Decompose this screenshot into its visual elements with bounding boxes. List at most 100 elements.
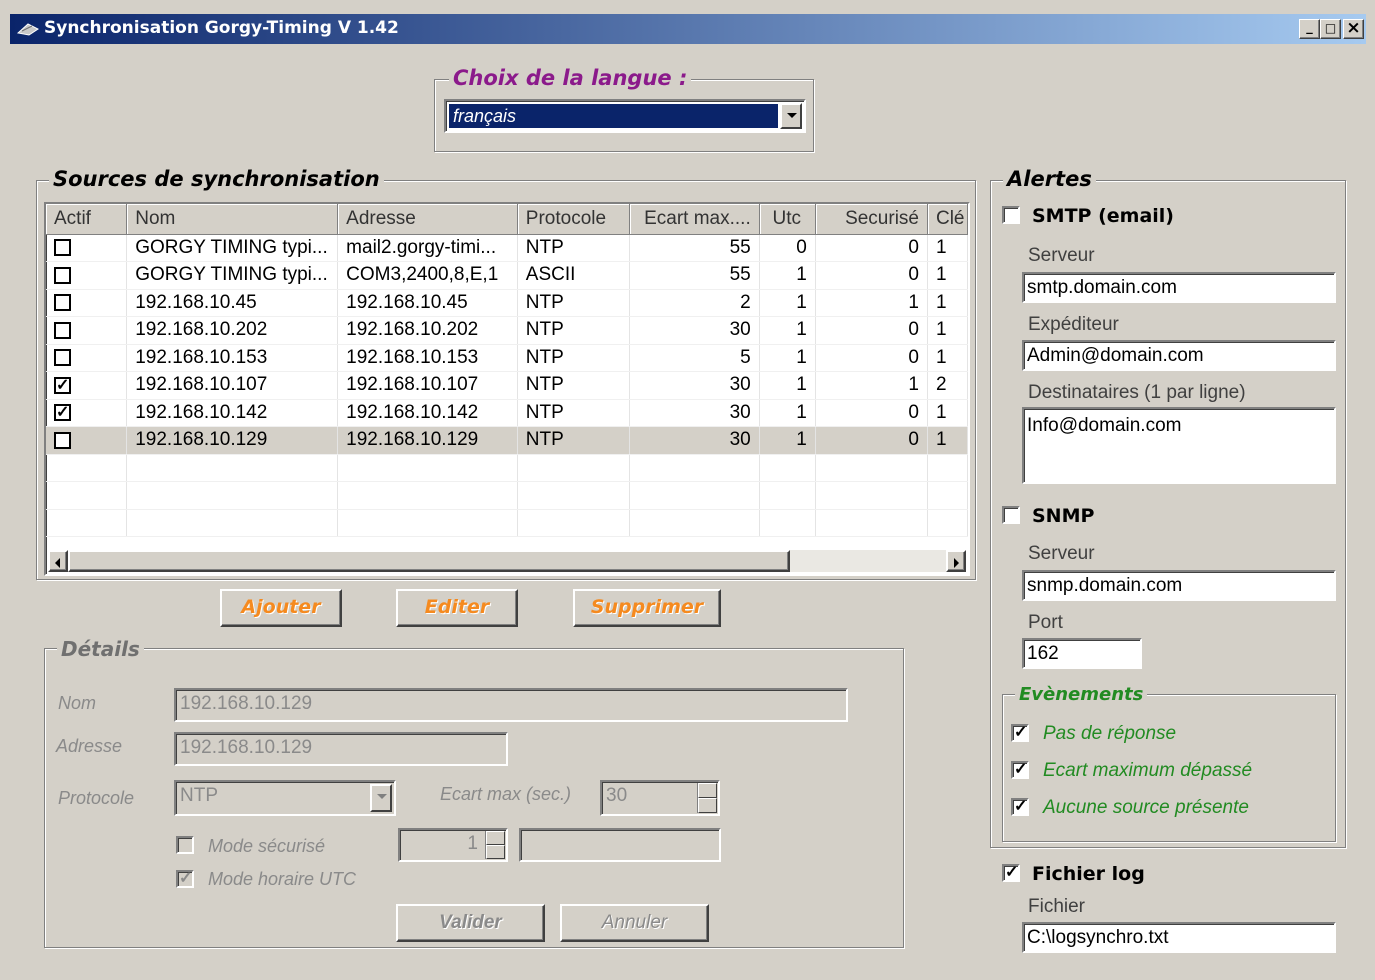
column-header[interactable]: Clé (927, 204, 968, 235)
smtp-label: SMTP (email) (1032, 205, 1174, 227)
ecart-spin[interactable] (697, 783, 717, 813)
protocole-cell: ASCII (517, 261, 630, 290)
event-checkbox[interactable] (1011, 759, 1029, 779)
scroll-left-button[interactable] (48, 550, 68, 572)
adresse-cell: mail2.gorgy-timi... (337, 234, 518, 262)
supprimer-button[interactable]: Supprimer (573, 589, 721, 627)
language-group: Choix de la langue : français (434, 66, 814, 152)
ecart-cell: 30 (629, 316, 760, 345)
column-header[interactable]: Utc (759, 204, 816, 235)
horizontal-scrollbar[interactable] (48, 550, 966, 572)
chevron-down-icon[interactable] (780, 103, 802, 129)
destinataires-textarea[interactable]: Info@domain.com (1022, 407, 1336, 484)
port-input[interactable]: 162 (1022, 638, 1142, 669)
chevron-down-icon[interactable] (370, 784, 392, 812)
annuler-button[interactable]: Annuler (560, 904, 709, 942)
port-label: Port (1028, 612, 1063, 633)
securise-cell: 1 (815, 371, 928, 400)
protocole-cell: NTP (517, 234, 630, 262)
editer-button[interactable]: Editer (396, 589, 518, 627)
adresse-cell: 192.168.10.107 (337, 371, 518, 400)
protocole-cell: NTP (517, 316, 630, 345)
ecart-cell: 30 (629, 399, 760, 427)
cle-cell: 2 (927, 371, 968, 400)
scroll-right-button[interactable] (946, 550, 966, 572)
event-checkbox[interactable] (1011, 722, 1029, 742)
mode-utc-checkbox[interactable] (176, 868, 194, 888)
actif-cell (46, 234, 128, 262)
spin-down-icon[interactable] (698, 798, 717, 813)
table-row[interactable]: 192.168.10.129 192.168.10.129 NTP 30 1 0 1 (46, 426, 968, 455)
table-row[interactable]: GORGY TIMING typi... COM3,2400,8,E,1 ASCII… (46, 261, 968, 290)
column-header[interactable]: Protocole (517, 204, 630, 235)
minimize-button[interactable]: _ (1299, 19, 1320, 39)
actif-checkbox[interactable] (54, 321, 71, 339)
securise-cell: 0 (815, 344, 928, 372)
scroll-thumb[interactable] (68, 550, 790, 572)
spin-up-icon[interactable] (486, 831, 505, 845)
close-button[interactable]: × (1343, 19, 1364, 39)
mode-securise-checkbox[interactable] (176, 836, 194, 854)
actif-checkbox[interactable] (54, 402, 71, 422)
spin-down-icon[interactable] (486, 845, 505, 859)
ecart-stepper[interactable]: 30 (600, 780, 720, 816)
table-row[interactable]: GORGY TIMING typi... mail2.gorgy-timi... N… (46, 234, 968, 262)
column-header[interactable]: Adresse (337, 204, 518, 235)
event-checkbox[interactable] (1011, 796, 1029, 816)
log-checkbox[interactable] (1002, 862, 1020, 882)
nom-cell: GORGY TIMING typi... (126, 234, 339, 262)
table-row[interactable]: 192.168.10.142192.168.10.142NTP30101 (46, 399, 968, 427)
column-header[interactable]: Ecart max.... (629, 204, 760, 235)
protocole-select[interactable]: NTP (174, 780, 396, 816)
cle-cell: 1 (927, 261, 968, 290)
nom-field[interactable]: 192.168.10.129 (174, 688, 848, 722)
column-header[interactable]: Actif (46, 204, 128, 235)
actif-checkbox[interactable] (54, 266, 71, 284)
cle-cell: 1 (927, 234, 968, 262)
maximize-button[interactable]: □ (1320, 19, 1341, 39)
empty-cell (46, 454, 128, 482)
valider-button[interactable]: Valider (396, 904, 545, 942)
actif-checkbox[interactable] (54, 431, 71, 449)
actif-cell (46, 371, 128, 400)
adresse-cell: 192.168.10.202 (337, 316, 518, 345)
actif-checkbox[interactable] (54, 349, 71, 367)
column-header[interactable]: Nom (126, 204, 339, 235)
snmp-serveur-input[interactable]: snmp.domain.com (1022, 570, 1336, 601)
utc-cell: 0 (759, 234, 816, 262)
adresse-field[interactable]: 192.168.10.129 (174, 732, 508, 766)
cle-cell: 1 (927, 344, 968, 372)
actif-checkbox[interactable] (54, 294, 71, 312)
table-row[interactable]: 192.168.10.153 192.168.10.153 NTP 5 1 0 1 (46, 344, 968, 372)
spin-up-icon[interactable] (698, 783, 717, 798)
sources-table-view[interactable]: Actif Nom Adresse Protocole Ecart max.... Utc… (44, 202, 970, 576)
snmp-checkbox[interactable] (1002, 506, 1020, 524)
table-row[interactable]: 192.168.10.107192.168.10.107NTP30112 (46, 371, 968, 400)
utc-cell: 1 (759, 316, 816, 345)
cle-text-field[interactable] (519, 828, 721, 862)
cle-stepper[interactable]: 1 (398, 828, 508, 862)
table-row[interactable]: 192.168.10.45 192.168.10.45 NTP 2 1 1 1 (46, 289, 968, 317)
utc-cell: 1 (759, 426, 816, 455)
protocole-cell: NTP (517, 399, 630, 427)
evenements-legend: Evènements (1015, 684, 1148, 705)
language-select[interactable]: français (444, 99, 806, 133)
actif-checkbox[interactable] (54, 375, 71, 395)
cle-cell: 1 (927, 399, 968, 427)
empty-cell (126, 454, 339, 482)
ecart-cell: 55 (629, 234, 760, 262)
column-header[interactable]: Securisé (815, 204, 928, 235)
cle-spin[interactable] (485, 831, 505, 859)
ajouter-button[interactable]: Ajouter (220, 589, 342, 627)
empty-cell (759, 454, 816, 482)
protocole-cell: NTP (517, 289, 630, 317)
securise-cell: 0 (815, 426, 928, 455)
adresse-cell: COM3,2400,8,E,1 (337, 261, 518, 290)
expediteur-input[interactable]: Admin@domain.com (1022, 340, 1336, 371)
mode-utc-label: Mode horaire UTC (208, 869, 357, 889)
table-row[interactable]: 192.168.10.202 192.168.10.202 NTP 30 1 0 1 (46, 316, 968, 345)
actif-checkbox[interactable] (54, 239, 71, 257)
fichier-input[interactable]: C:\logsynchro.txt (1022, 922, 1336, 953)
smtp-serveur-input[interactable]: smtp.domain.com (1022, 272, 1336, 303)
smtp-checkbox[interactable] (1002, 206, 1020, 224)
